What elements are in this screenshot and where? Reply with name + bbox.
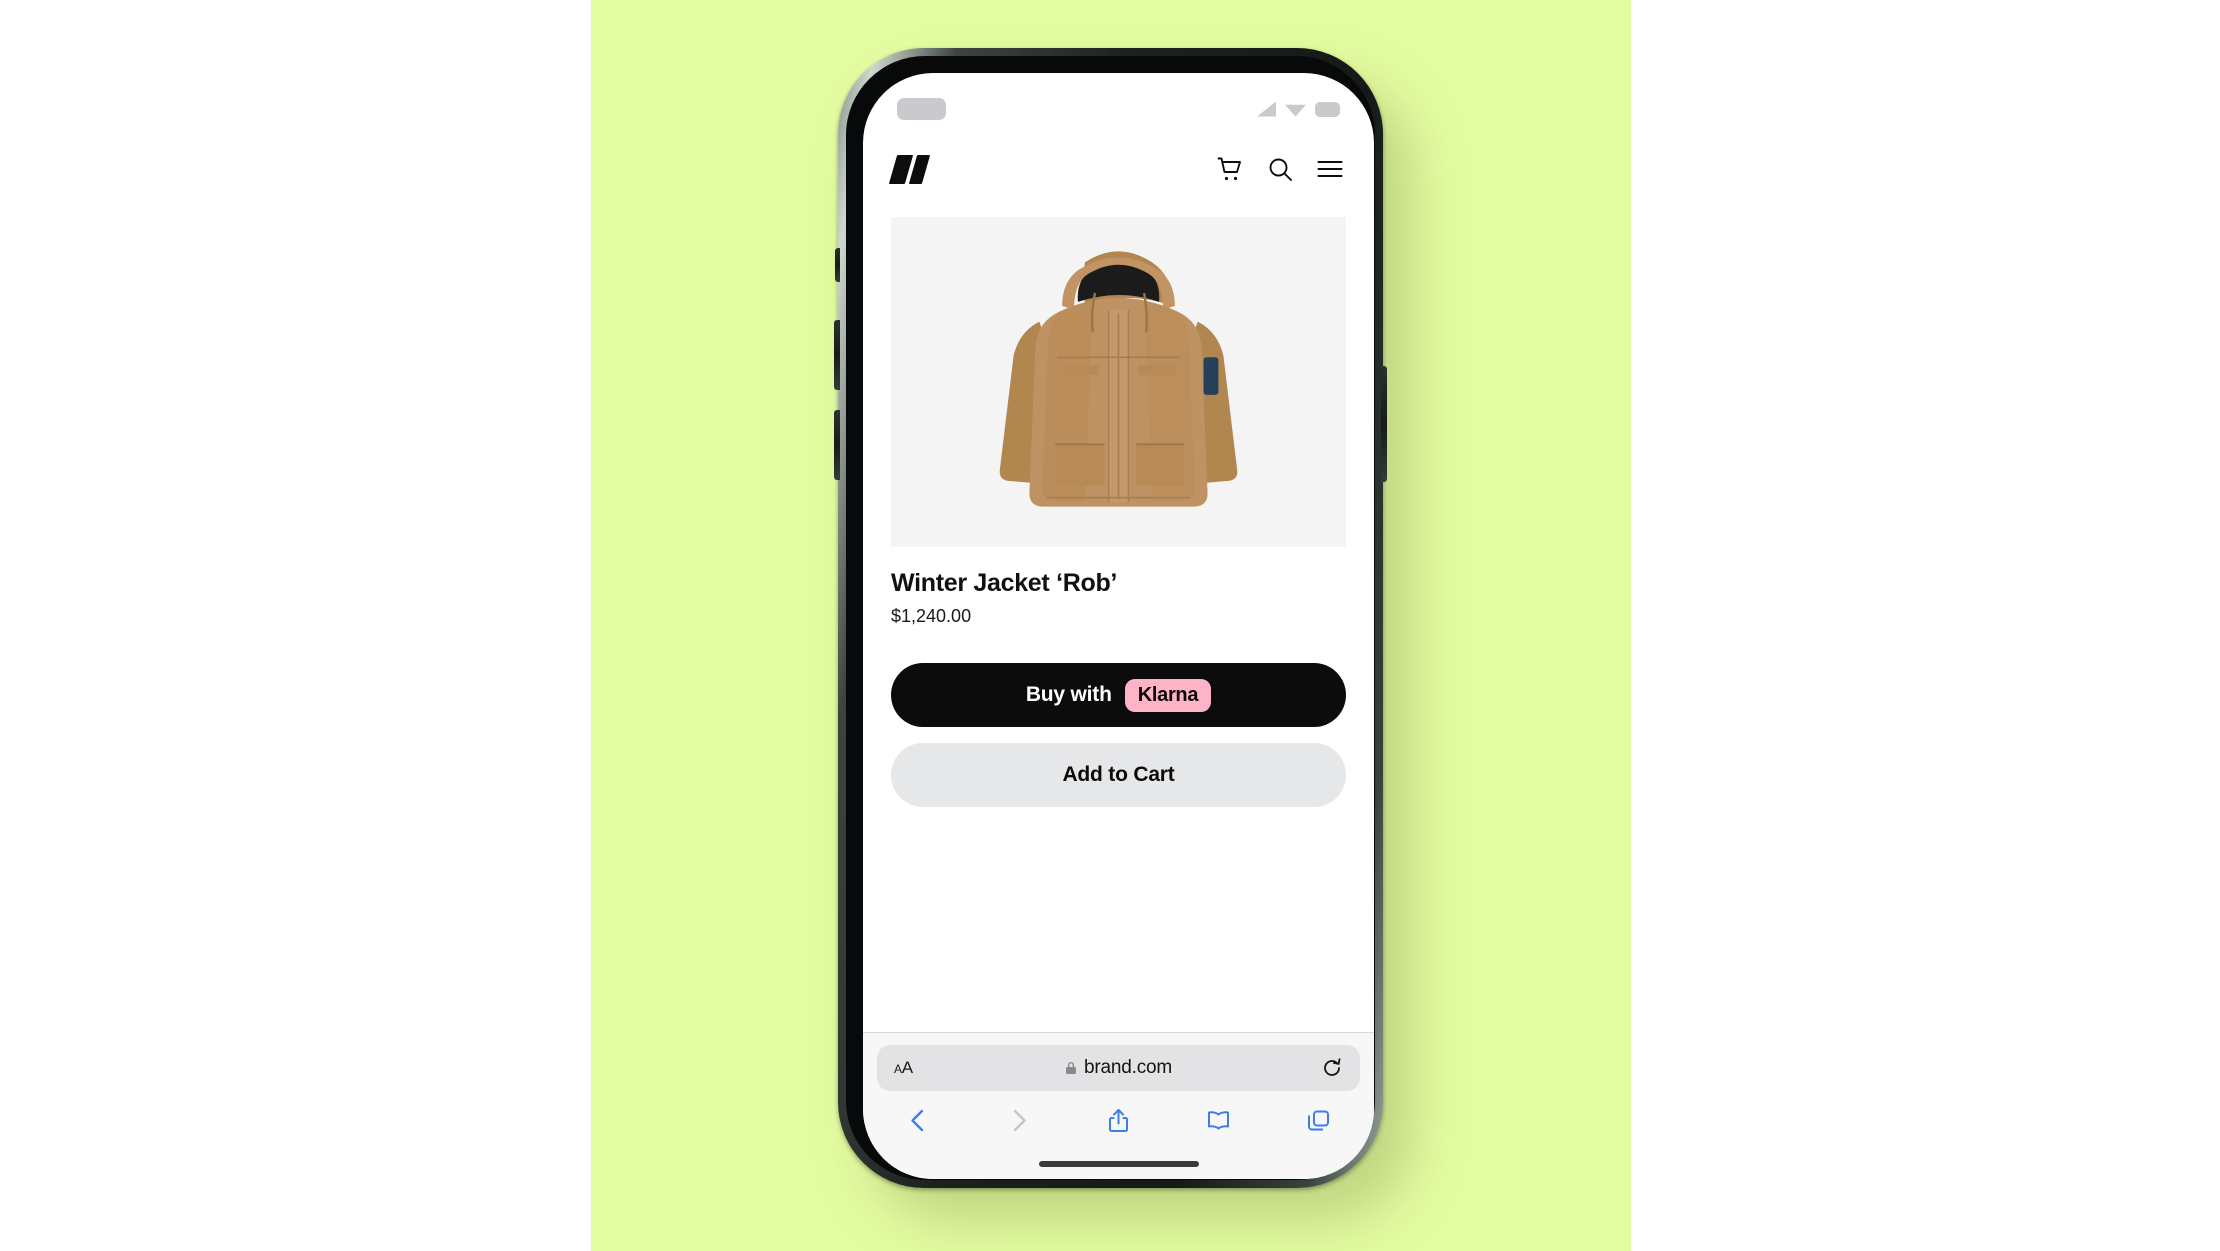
bookmarks-button[interactable] <box>1205 1107 1232 1134</box>
reload-icon[interactable] <box>1321 1057 1343 1079</box>
share-button[interactable] <box>1105 1107 1132 1134</box>
safari-bottom-chrome: AA brand.com <box>863 1032 1374 1179</box>
tabs-button[interactable] <box>1305 1107 1332 1134</box>
page-canvas: Winter Jacket ‘Rob’ $1,240.00 Buy with K… <box>0 0 2220 1251</box>
status-time-placeholder <box>897 98 946 120</box>
product-image[interactable] <box>891 217 1346 547</box>
url-bar[interactable]: AA brand.com <box>877 1045 1360 1091</box>
safari-toolbar <box>877 1091 1360 1149</box>
home-indicator <box>1038 1161 1199 1167</box>
brand-logo[interactable] <box>888 154 931 184</box>
cellular-signal-icon <box>1257 101 1276 117</box>
url-text: brand.com <box>1084 1057 1172 1078</box>
phone-frame: Winter Jacket ‘Rob’ $1,240.00 Buy with K… <box>834 48 1387 1188</box>
power-button[interactable] <box>1381 366 1387 482</box>
volume-up-button[interactable] <box>834 320 840 390</box>
phone-mockup: Winter Jacket ‘Rob’ $1,240.00 Buy with K… <box>834 48 1413 1222</box>
add-to-cart-button[interactable]: Add to Cart <box>891 743 1346 807</box>
battery-icon <box>1315 101 1340 117</box>
back-button[interactable] <box>905 1107 932 1134</box>
text-size-button[interactable]: AA <box>894 1058 913 1078</box>
text-size-large-a: A <box>901 1058 913 1077</box>
cart-icon[interactable] <box>1216 155 1244 183</box>
text-size-small-a: A <box>894 1062 902 1076</box>
phone-bezel: Winter Jacket ‘Rob’ $1,240.00 Buy with K… <box>846 56 1375 1180</box>
product-title: Winter Jacket ‘Rob’ <box>891 569 1118 597</box>
status-indicators <box>1257 101 1340 117</box>
klarna-logo-badge: Klarna <box>1124 678 1212 712</box>
home-indicator-area <box>877 1149 1360 1179</box>
silent-switch[interactable] <box>835 248 840 282</box>
product-price: $1,240.00 <box>891 606 972 626</box>
menu-icon[interactable] <box>1316 155 1344 183</box>
site-header <box>863 131 1374 207</box>
status-bar <box>863 73 1374 131</box>
klarna-button-label: Buy with <box>1025 683 1112 706</box>
forward-button[interactable] <box>1005 1107 1032 1134</box>
search-icon[interactable] <box>1266 155 1294 183</box>
cta-block: Buy with Klarna Add to Cart <box>891 663 1346 807</box>
wifi-icon <box>1285 104 1306 117</box>
volume-down-button[interactable] <box>834 410 840 480</box>
product-page-content: Winter Jacket ‘Rob’ $1,240.00 Buy with K… <box>863 207 1374 1032</box>
phone-screen: Winter Jacket ‘Rob’ $1,240.00 Buy with K… <box>863 73 1374 1179</box>
url-display: brand.com <box>877 1057 1360 1079</box>
header-actions <box>1216 155 1344 183</box>
buy-with-klarna-button[interactable]: Buy with Klarna <box>891 663 1346 727</box>
lock-icon <box>1066 1062 1077 1074</box>
